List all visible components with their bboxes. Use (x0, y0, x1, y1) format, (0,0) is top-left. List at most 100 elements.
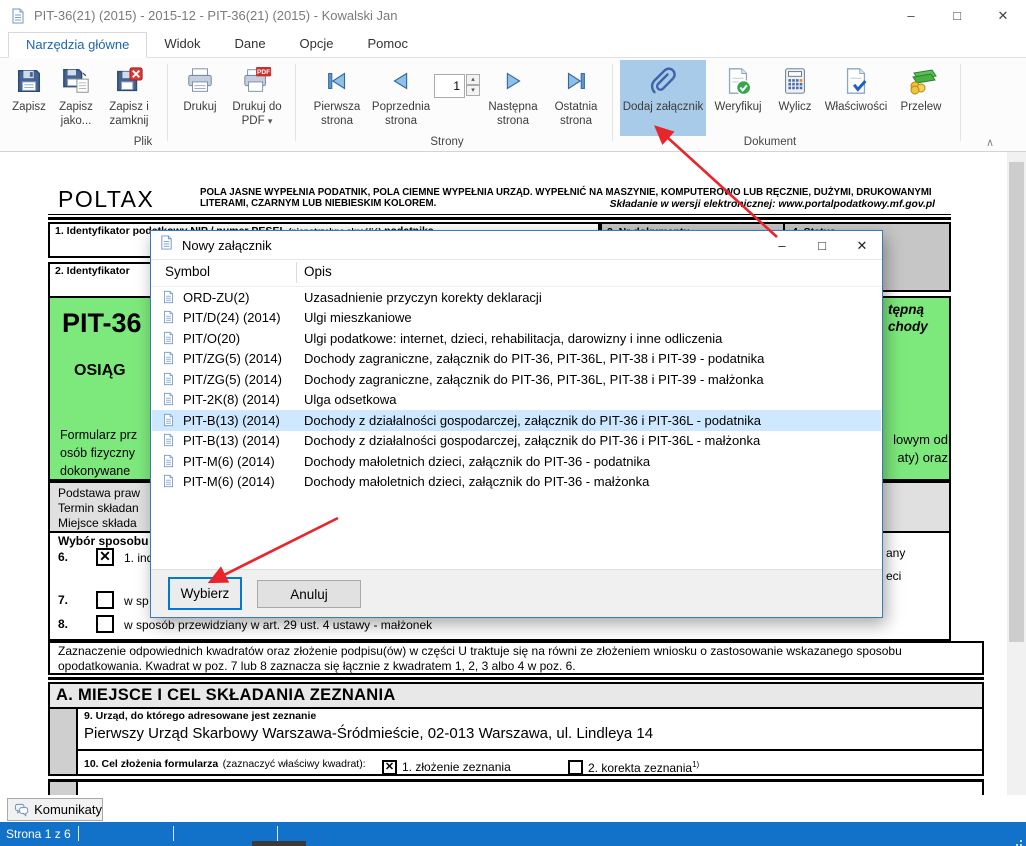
tab-dane[interactable]: Dane (217, 32, 282, 57)
form-statement: Zaznaczenie odpowiednich kwadratów oraz … (48, 641, 984, 675)
field-10-note: (zaznaczyć właściwy kwadrat): (223, 758, 366, 770)
verify-button[interactable]: Weryfikuj (706, 60, 770, 136)
tab-opcje[interactable]: Opcje (283, 32, 351, 57)
dialog-close-button[interactable]: ✕ (842, 232, 882, 259)
attachment-symbol: ORD-ZU(2) (183, 290, 300, 305)
document-icon (162, 454, 176, 469)
messages-row: Komunikaty (0, 795, 1026, 822)
collapse-ribbon-icon[interactable]: ∧ (986, 136, 994, 149)
form-text-fragment: chody (888, 319, 928, 334)
attachment-list-item[interactable]: PIT/O(20) Ulgi podatkowe: internet, dzie… (152, 328, 881, 349)
print-icon (185, 63, 215, 99)
form-checkbox-7[interactable] (96, 591, 114, 609)
tab-widok[interactable]: Widok (147, 32, 217, 57)
save-icon (14, 63, 44, 99)
first-page-button[interactable]: Pierwsza strona (306, 60, 368, 136)
form-code: PIT-36 (62, 308, 142, 339)
form-section-a: A. MIEJSCE I CEL SKŁADANIA ZEZNANIA 9. U… (48, 682, 984, 776)
save-and-close-button[interactable]: Zapisz i zamknij (100, 60, 158, 136)
form-efiling-note: Składanie w wersji elektronicznej: www.p… (200, 199, 935, 210)
transfer-button-label: Przelew (901, 101, 942, 115)
calculate-button[interactable]: Wylicz (770, 60, 820, 136)
form-text-fragment: 1. ind (124, 551, 153, 565)
calculate-button-label: Wylicz (778, 101, 811, 115)
dialog-minimize-button[interactable]: – (762, 232, 802, 259)
attachment-list-item[interactable]: PIT-M(6) (2014) Dochody małoletnich dzie… (152, 472, 881, 493)
tab-pomoc[interactable]: Pomoc (351, 32, 425, 57)
dialog-maximize-button[interactable]: □ (802, 232, 842, 259)
attachment-description: Dochody zagraniczne, załącznik do PIT-36… (304, 351, 764, 366)
maximize-button[interactable]: □ (934, 0, 980, 32)
save-as-button[interactable]: Zapisz jako... (52, 60, 100, 136)
dialog-title: Nowy załącznik (182, 238, 272, 253)
form-text-fragment: Podstawa praw (58, 486, 140, 500)
previous-page-button-label: Poprzednia strona (368, 101, 434, 128)
form-option-1: 1. złożenie zeznania (382, 760, 511, 774)
save-button[interactable]: Zapisz (6, 60, 52, 136)
calculator-icon (780, 63, 810, 99)
title-bar: PIT-36(21) (2015) - 2015-12 - PIT-36(21)… (0, 0, 1026, 32)
option-1-label: 1. złożenie zeznania (402, 760, 511, 774)
attachment-list-item[interactable]: PIT-B(13) (2014) Dochody z działalności … (152, 431, 881, 452)
attachment-list-item[interactable]: ORD-ZU(2) Uzasadnienie przyczyn korekty … (152, 287, 881, 308)
form-checkbox-6[interactable] (96, 548, 114, 566)
attachment-description: Dochody z działalności gospodarczej, zał… (304, 413, 761, 428)
status-bar: Strona 1 z 6 (0, 822, 1026, 846)
section-a-side-column (50, 709, 78, 774)
next-page-button[interactable]: Następna strona (480, 60, 546, 136)
form-brand: POLTAX (58, 186, 154, 213)
field-9-label: 9. Urząd, do którego adresowane jest zez… (84, 710, 976, 722)
cancel-button[interactable]: Anuluj (257, 580, 361, 608)
last-page-button-label: Ostatnia strona (546, 101, 606, 128)
attachment-description: Dochody małoletnich dzieci, załącznik do… (304, 454, 650, 469)
column-opis[interactable]: Opis (304, 264, 332, 279)
add-attachment-button[interactable]: Dodaj załącznik (620, 60, 706, 136)
last-page-button[interactable]: Ostatnia strona (546, 60, 606, 136)
form-option-2: 2. korekta zeznania1) (568, 760, 699, 775)
properties-icon (841, 63, 871, 99)
select-button[interactable]: Wybierz (168, 577, 242, 610)
form-checkbox-8[interactable] (96, 615, 114, 633)
attachment-symbol: PIT-B(13) (2014) (183, 433, 300, 448)
form-text-fragment: osób fizyczny (60, 446, 135, 460)
form-text-fragment: Wybór sposobu (58, 534, 148, 548)
page-spin-down-button[interactable]: ▾ (466, 85, 480, 96)
attachment-description: Dochody z działalności gospodarczej, zał… (304, 433, 760, 448)
group-separator (612, 64, 613, 141)
form-text-fragment: tępną (888, 302, 924, 317)
messages-tab-label: Komunikaty (34, 802, 102, 817)
minimize-button[interactable]: – (888, 0, 934, 32)
resize-grip[interactable] (1020, 840, 1022, 842)
attachment-list-item[interactable]: PIT/D(24) (2014) Ulgi mieszkaniowe (152, 308, 881, 329)
document-icon (162, 372, 176, 387)
ribbon-tab-bar: Narzędzia główne Widok Dane Opcje Pomoc (0, 32, 1026, 58)
attachment-list-item[interactable]: PIT/ZG(5) (2014) Dochody zagraniczne, za… (152, 369, 881, 390)
vertical-scrollbar[interactable] (1007, 152, 1026, 795)
transfer-button[interactable]: Przelew (892, 60, 950, 136)
attachment-list-item[interactable]: PIT-2K(8) (2014) Ulga odsetkowa (152, 390, 881, 411)
form-checkbox-korekta[interactable] (568, 760, 583, 775)
attachment-list-item[interactable]: PIT-M(6) (2014) Dochody małoletnich dzie… (152, 451, 881, 472)
page-number-input[interactable]: 1 (434, 74, 465, 98)
print-button[interactable]: Drukuj (176, 60, 224, 136)
properties-button[interactable]: Właściwości (820, 60, 892, 136)
column-symbol[interactable]: Symbol (165, 264, 210, 279)
form-next-section-sliver (48, 782, 984, 795)
print-to-pdf-button[interactable]: PDF Drukuj do PDF ▾ (224, 60, 290, 136)
attachment-list-item[interactable]: PIT/ZG(5) (2014) Dochody zagraniczne, za… (152, 349, 881, 370)
tab-narzedzia-glowne[interactable]: Narzędzia główne (8, 32, 147, 58)
close-button[interactable]: ✕ (980, 0, 1026, 32)
save-as-icon (61, 63, 91, 99)
messages-tab[interactable]: Komunikaty (7, 798, 103, 821)
column-divider[interactable] (296, 262, 297, 283)
attachment-list-item[interactable]: PIT-B(13) (2014) Dochody z działalności … (152, 410, 881, 431)
page-spin-up-button[interactable]: ▴ (466, 74, 480, 85)
section-a-title: A. MIEJSCE I CEL SKŁADANIA ZEZNANIA (50, 684, 982, 709)
field-9-value[interactable]: Pierwszy Urząd Skarbowy Warszawa-Śródmie… (84, 725, 976, 742)
form-row-number: 7. (58, 593, 68, 607)
scrollbar-thumb[interactable] (1009, 162, 1024, 642)
group-label-plik: Plik (113, 136, 173, 148)
previous-page-button[interactable]: Poprzednia strona (368, 60, 434, 136)
form-checkbox-zlozenie[interactable] (382, 760, 397, 775)
form-row-number: 6. (58, 550, 68, 564)
